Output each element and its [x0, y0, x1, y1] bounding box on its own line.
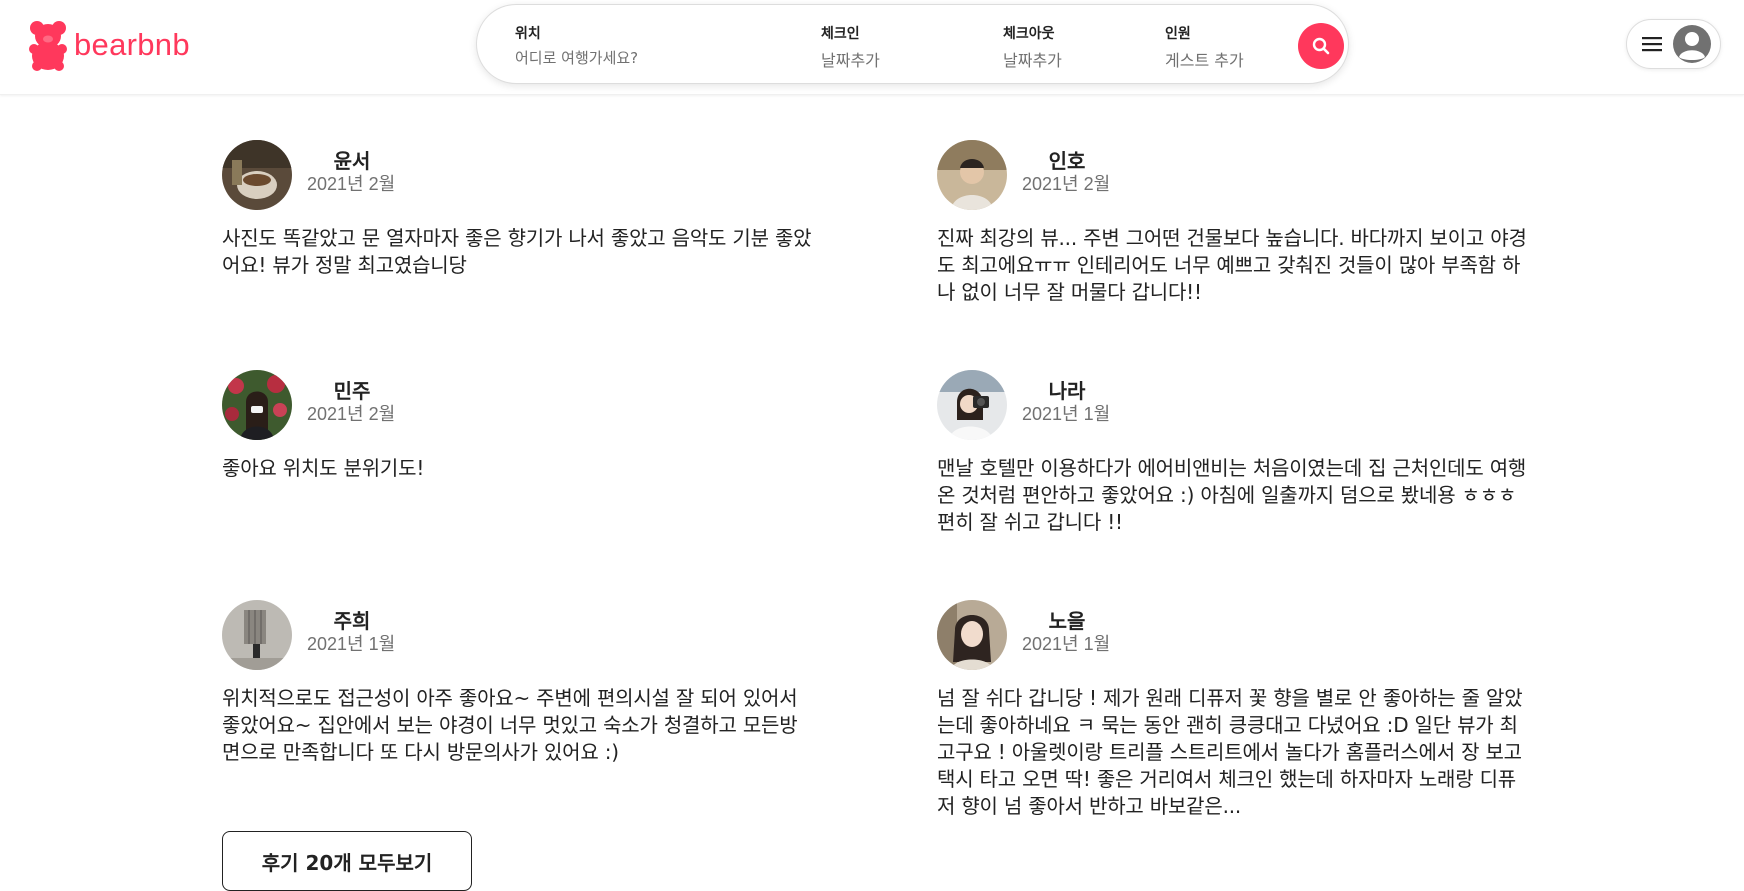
search-icon — [1312, 37, 1330, 55]
review-date: 2021년 1월 — [307, 634, 396, 654]
review-date: 2021년 2월 — [307, 404, 396, 424]
show-all-reviews-button[interactable]: 후기 20개 모두보기 — [222, 831, 472, 891]
review-text: 맨날 호텔만 이용하다가 에어비앤비는 처음이였는데 집 근처인데도 여행온 것… — [937, 456, 1527, 534]
review-text: 위치적으로도 접근성이 아주 좋아요~ 주변에 편의시설 잘 되어 있어서 좋았… — [222, 686, 798, 764]
avatar — [937, 370, 1007, 440]
avatar — [937, 140, 1007, 210]
user-menu-button[interactable] — [1626, 19, 1721, 69]
location-label: 위치 — [515, 26, 541, 42]
checkin-label: 체크인 — [821, 26, 860, 42]
review-text: 사진도 똑같았고 문 열자마자 좋은 향기가 나서 좋았고 음악도 기분 좋았어… — [222, 226, 812, 277]
bear-logo-icon — [29, 21, 67, 71]
review-text: 좋아요 위치도 분위기도! — [222, 456, 425, 480]
checkin-value: 날짜추가 — [821, 51, 880, 70]
brand-name: bearbnb — [74, 27, 190, 62]
user-circle-icon — [1673, 25, 1711, 63]
avatar — [937, 600, 1007, 670]
search-button[interactable] — [1298, 23, 1344, 69]
search-bar: 위치 어디로 여행가세요? 체크인 날짜추가 체크아웃 날짜추가 인원 게스트 … — [476, 4, 1349, 84]
review-text: 진짜 최강의 뷰... 주변 그어떤 건물보다 높습니다. 바다까지 보이고 야… — [937, 226, 1527, 304]
review-date: 2021년 1월 — [1022, 634, 1111, 654]
checkout-label: 체크아웃 — [1003, 26, 1055, 42]
location-field[interactable]: 위치 어디로 여행가세요? — [515, 23, 638, 68]
guests-value: 게스트 추가 — [1165, 51, 1244, 70]
review-text: 넘 잘 쉬다 갑니당 ! 제가 원래 디퓨저 꽃 향을 별로 안 좋아하는 줄 … — [937, 686, 1523, 818]
checkout-value: 날짜추가 — [1003, 51, 1062, 70]
avatar — [222, 140, 292, 210]
avatar — [222, 370, 292, 440]
review-date: 2021년 1월 — [1022, 404, 1111, 424]
guests-field[interactable]: 인원 게스트 추가 — [1165, 23, 1244, 71]
top-header: bearbnb 위치 어디로 여행가세요? 체크인 날짜추가 체크아웃 날짜추가… — [0, 0, 1744, 95]
hamburger-icon — [1642, 37, 1662, 52]
avatar — [222, 600, 292, 670]
brand-logo[interactable]: bearbnb — [28, 18, 190, 72]
location-placeholder: 어디로 여행가세요? — [515, 49, 639, 67]
checkout-field[interactable]: 체크아웃 날짜추가 — [1003, 23, 1062, 71]
guests-label: 인원 — [1165, 26, 1191, 42]
review-date: 2021년 2월 — [1022, 174, 1111, 194]
checkin-field[interactable]: 체크인 날짜추가 — [821, 23, 880, 71]
review-date: 2021년 2월 — [307, 174, 396, 194]
